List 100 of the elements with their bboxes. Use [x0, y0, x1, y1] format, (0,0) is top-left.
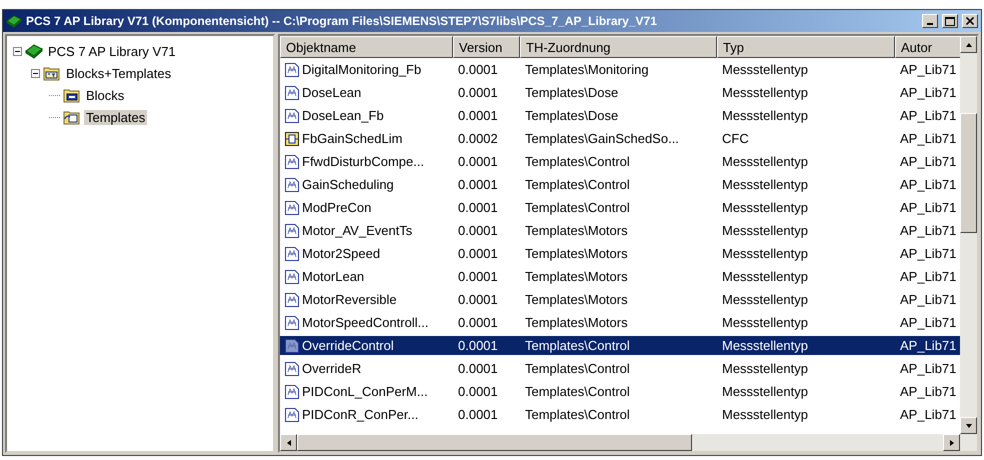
table-cell-text: AP_Lib71: [899, 84, 958, 102]
vertical-scrollbar[interactable]: [960, 36, 977, 434]
table-row[interactable]: DoseLean 0.0001 Templates\Dose Messstellentyp AP_Lib71: [280, 81, 960, 104]
table-cell[interactable]: DigitalMonitoring_Fb: [300, 60, 453, 79]
document-icon: [284, 176, 300, 192]
table-cell-text: AP_Lib71: [899, 383, 958, 401]
scroll-down-button[interactable]: [960, 417, 977, 434]
document-icon: [284, 154, 300, 170]
table-row[interactable]: OverrideControl 0.0001 Templates\Control Messstellentyp AP_Lib71: [280, 334, 960, 357]
scroll-left-button[interactable]: [280, 434, 297, 451]
table-cell-text: Messstellentyp: [721, 383, 809, 401]
table-cell[interactable]: OverrideControl: [300, 336, 453, 355]
maximize-button[interactable]: [942, 14, 958, 28]
table-cell[interactable]: GainScheduling: [300, 175, 453, 194]
table-cell-text: AP_Lib71: [899, 199, 958, 217]
table-row[interactable]: PIDConL_ConPerM... 0.0001 Templates\Control Messstellentyp AP_Lib71: [280, 380, 960, 403]
column-header[interactable]: Typ: [717, 36, 895, 58]
arrow-icon: [964, 42, 972, 48]
table-row[interactable]: OverrideR 0.0001 Templates\Control Messstellentyp AP_Lib71: [280, 357, 960, 380]
table-row[interactable]: DigitalMonitoring_Fb 0.0001 Templates\Monitoring Messstellentyp AP_Lib71: [280, 58, 960, 81]
table-row[interactable]: DoseLean_Fb 0.0001 Templates\Dose Messstellentyp AP_Lib71: [280, 104, 960, 127]
table-cell: 0.0001: [453, 336, 520, 355]
table-cell[interactable]: FfwdDisturbCompe...: [300, 152, 453, 171]
table-cell[interactable]: DoseLean: [300, 83, 453, 102]
table-cell[interactable]: MotorReversible: [300, 290, 453, 309]
table-row[interactable]: MotorSpeedControll... 0.0001 Templates\Motors Messstellentyp AP_Lib71: [280, 311, 960, 334]
table-cell[interactable]: FbGainSchedLim: [300, 129, 453, 148]
table-row[interactable]: FbGainSchedLim 0.0002 Templates\GainSchedSo... CFC AP_Lib71: [280, 127, 960, 150]
folder-icon: [63, 109, 81, 125]
minimize-button[interactable]: [922, 14, 938, 28]
table-cell-text: 0.0001: [457, 268, 499, 286]
table-cell-text: Messstellentyp: [721, 153, 809, 171]
table-cell-text: 0.0001: [457, 406, 499, 424]
table-cell-text: Messstellentyp: [721, 222, 809, 240]
horizontal-scrollbar[interactable]: [280, 434, 977, 451]
table-cell-text: Templates\Dose: [524, 84, 620, 102]
document-icon: [284, 360, 300, 376]
table-cell-text: Messstellentyp: [721, 291, 809, 309]
table-cell-text: CFC: [721, 130, 750, 148]
close-button[interactable]: [962, 14, 978, 28]
tree-item[interactable]: PCS 7 AP Library V71: [46, 44, 178, 58]
column-header[interactable]: Version: [453, 36, 520, 58]
table-cell-text: Messstellentyp: [721, 176, 809, 194]
collapse-toggle[interactable]: [31, 68, 40, 78]
table-cell[interactable]: PIDConL_ConPerM...: [300, 382, 453, 401]
table-cell-text: 0.0001: [457, 245, 499, 263]
scroll-up-button[interactable]: [960, 36, 977, 53]
table-row[interactable]: GainScheduling 0.0001 Templates\Control Messstellentyp AP_Lib71: [280, 173, 960, 196]
document-icon: [284, 292, 300, 308]
table-cell[interactable]: PIDConR_ConPer...: [300, 405, 453, 424]
table-row[interactable]: PIDConR_ConPer... 0.0001 Templates\Control Messstellentyp AP_Lib71: [280, 403, 960, 426]
tree-item[interactable]: Blocks: [84, 88, 126, 102]
table-row[interactable]: FfwdDisturbCompe... 0.0001 Templates\Control Messstellentyp AP_Lib71: [280, 150, 960, 173]
scroll-right-button[interactable]: [943, 434, 960, 451]
table-cell-text: Templates\Control: [524, 360, 631, 378]
table-cell[interactable]: DoseLean_Fb: [300, 106, 453, 125]
document-icon: [284, 62, 300, 78]
table-cell-text: 0.0001: [457, 383, 499, 401]
table-cell-text: Templates\Control: [524, 383, 631, 401]
table-cell-text: 0.0001: [457, 84, 499, 102]
table-row[interactable]: Motor_AV_EventTs 0.0001 Templates\Motors Messstellentyp AP_Lib71: [280, 219, 960, 242]
table-cell[interactable]: ModPreCon: [300, 198, 453, 217]
table-cell: Templates\Control: [520, 336, 717, 355]
table-cell[interactable]: MotorLean: [300, 267, 453, 286]
table-row[interactable]: ModPreCon 0.0001 Templates\Control Messstellentyp AP_Lib71: [280, 196, 960, 219]
close-icon: [966, 17, 974, 25]
tree-item[interactable]: Blocks+Templates: [64, 66, 174, 80]
table-cell[interactable]: OverrideR: [300, 359, 453, 378]
document-icon: [284, 314, 300, 330]
table-cell-text: AP_Lib71: [899, 107, 958, 125]
table-row[interactable]: MotorReversible 0.0001 Templates\Motors Messstellentyp AP_Lib71: [280, 288, 960, 311]
arrow-icon: [286, 438, 292, 446]
table-cell[interactable]: MotorSpeedControll...: [300, 313, 453, 332]
document-icon: [284, 108, 300, 124]
table-cell-text: Templates\Motors: [524, 245, 629, 263]
table-row[interactable]: Motor2Speed 0.0001 Templates\Motors Messstellentyp AP_Lib71: [280, 242, 960, 265]
arrow-icon: [948, 438, 954, 446]
table-cell[interactable]: Motor_AV_EventTs: [300, 221, 453, 240]
table-cell-text: Templates\Motors: [524, 291, 629, 309]
table-row[interactable]: MotorLean 0.0001 Templates\Motors Messstellentyp AP_Lib71: [280, 265, 960, 288]
table-cell: AP_Lib71: [895, 336, 960, 355]
chart-block-icon: [284, 130, 300, 146]
column-header[interactable]: Objektname: [280, 36, 453, 58]
table-cell-text: 0.0001: [457, 360, 499, 378]
document-icon: [284, 246, 300, 262]
table-cell-text: Messstellentyp: [721, 107, 809, 125]
table-cell-text: 0.0001: [457, 222, 499, 240]
book-icon: [6, 14, 22, 28]
table-cell-text: Messstellentyp: [721, 199, 809, 217]
document-icon: [284, 268, 300, 284]
column-header[interactable]: TH-Zuordnung: [520, 36, 717, 58]
column-header[interactable]: Autor: [895, 36, 960, 58]
table-cell-text: Messstellentyp: [721, 314, 809, 332]
tree-item[interactable]: Templates: [84, 110, 148, 124]
table-cell[interactable]: Motor2Speed: [300, 244, 453, 263]
collapse-toggle[interactable]: [13, 46, 22, 56]
folder-icon: [63, 87, 81, 103]
table-cell-text: Templates\Dose: [524, 107, 620, 125]
table-cell-text: Messstellentyp: [721, 61, 809, 79]
table-cell-text: Templates\GainSchedSo...: [524, 130, 680, 148]
